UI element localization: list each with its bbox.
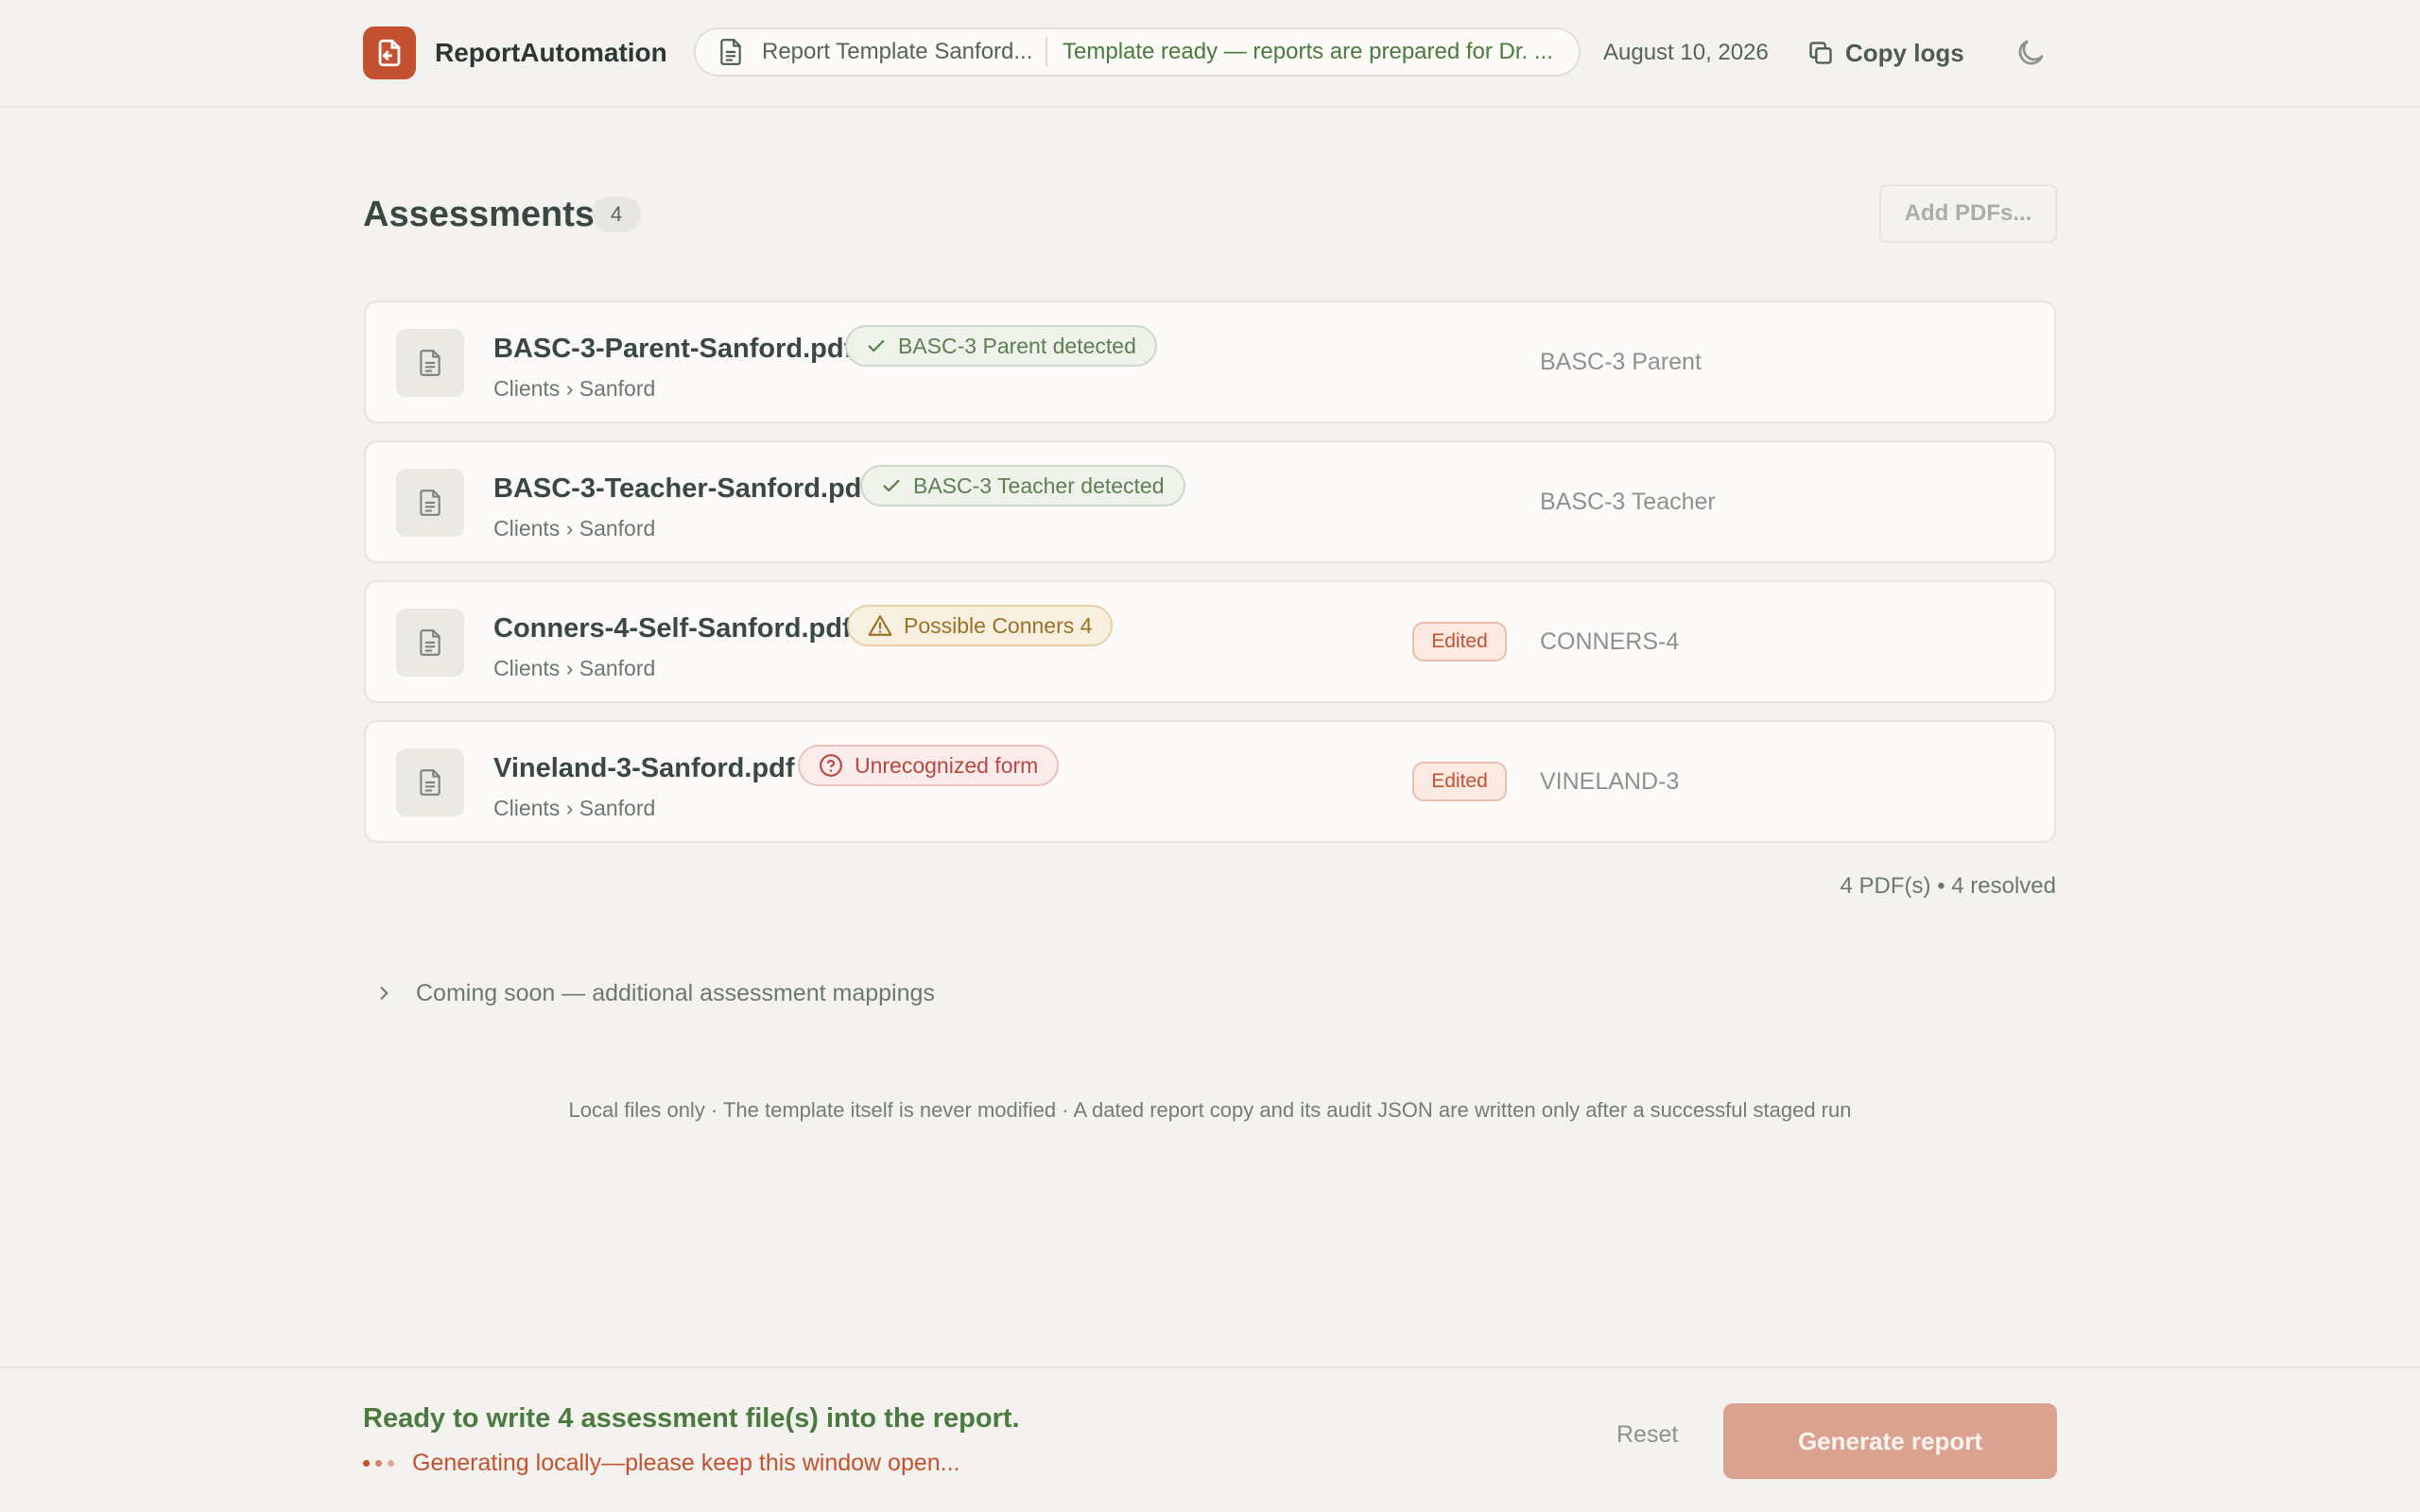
detection-tag-label: BASC-3 Teacher detected [913, 472, 1165, 498]
coming-soon-label: Coming soon — additional assessment mapp… [416, 979, 935, 1006]
file-name: Conners-4-Self-Sanford.pdf [493, 613, 852, 644]
copy-icon [1809, 42, 1832, 64]
top-bar: ReportAutomation Report Template Sanford… [0, 0, 2420, 108]
check-icon [868, 339, 885, 352]
form-type-label: BASC-3 Teacher [1540, 489, 1716, 515]
assessments-heading: Assessments [363, 195, 596, 234]
bottom-action-bar: Ready to write 4 assessment file(s) into… [0, 1366, 2420, 1512]
loading-dots-icon [363, 1460, 397, 1467]
chevron-right-icon [380, 987, 389, 1000]
file-icon [420, 350, 441, 376]
template-status-text: Template ready — reports are prepared fo… [1063, 39, 1553, 64]
document-icon [720, 39, 741, 65]
current-date: August 10, 2026 [1603, 40, 1769, 65]
app-name: ReportAutomation [435, 38, 667, 67]
moon-icon [2018, 40, 2044, 65]
detection-tag-label: Unrecognized form [855, 752, 1039, 778]
edited-badge: Edited [1412, 622, 1507, 662]
copy-logs-label: Copy logs [1845, 38, 1964, 67]
theme-toggle-button[interactable] [2014, 36, 2048, 70]
assessments-count-badge: 4 [592, 197, 641, 232]
file-icon [420, 769, 441, 796]
detection-tag-label: BASC-3 Parent detected [898, 333, 1136, 358]
form-type-label: VINELAND-3 [1540, 768, 1680, 795]
detection-tag: BASC-3 Teacher detected [860, 465, 1185, 507]
file-icon-box [396, 469, 464, 537]
file-icon-box [396, 329, 464, 397]
question-circle-icon [820, 754, 842, 777]
detection-tag: BASC-3 Parent detected [845, 325, 1157, 367]
file-icon [420, 629, 441, 656]
generate-report-button[interactable]: Generate report [1723, 1403, 2057, 1479]
detection-tag-label: Possible Conners 4 [904, 612, 1093, 638]
detection-tag: Unrecognized form [798, 745, 1060, 786]
add-pdfs-button[interactable]: Add PDFs... [1879, 184, 2057, 243]
template-name: Report Template Sanford.... [762, 39, 1032, 64]
assessment-file-card[interactable]: BASC-3-Teacher-Sanford.pdf Clients › San… [364, 440, 2056, 563]
form-type-label: CONNERS-4 [1540, 628, 1680, 655]
file-path: Clients › Sanford [493, 796, 656, 820]
file-path: Clients › Sanford [493, 656, 656, 680]
file-path: Clients › Sanford [493, 516, 656, 541]
generating-status: Generating locally—please keep this wind… [363, 1450, 960, 1477]
edited-badge: Edited [1412, 762, 1507, 801]
assessment-file-card[interactable]: BASC-3-Parent-Sanford.pdf Clients › Sanf… [364, 301, 2056, 423]
warning-icon [868, 615, 892, 636]
copy-logs-button[interactable]: Copy logs [1807, 32, 1964, 74]
reset-button[interactable]: Reset [1616, 1421, 1678, 1449]
assessment-file-card[interactable]: Vineland-3-Sanford.pdf Clients › Sanford… [364, 720, 2056, 843]
file-export-icon [378, 39, 401, 67]
ready-message: Ready to write 4 assessment file(s) into… [363, 1403, 1020, 1434]
file-path: Clients › Sanford [493, 376, 656, 401]
file-name: BASC-3-Teacher-Sanford.pdf [493, 473, 872, 504]
file-icon-box [396, 609, 464, 677]
pill-divider [1046, 37, 1047, 67]
file-icon [420, 490, 441, 516]
coming-soon-disclosure[interactable]: Coming soon — additional assessment mapp… [374, 977, 935, 1009]
assessments-summary: 4 PDF(s) • 4 resolved [1840, 873, 2056, 899]
detection-tag: Possible Conners 4 [847, 605, 1114, 646]
assessment-file-card[interactable]: Conners-4-Self-Sanford.pdf Clients › San… [364, 580, 2056, 703]
template-status-pill[interactable]: Report Template Sanford.... Template rea… [694, 27, 1581, 77]
check-icon [883, 479, 900, 492]
form-type-label: BASC-3 Parent [1540, 349, 1702, 375]
app-logo [363, 26, 416, 79]
privacy-footer-note: Local files only · The template itself i… [568, 1098, 1852, 1122]
file-name: BASC-3-Parent-Sanford.pdf [493, 334, 854, 364]
file-name: Vineland-3-Sanford.pdf [493, 753, 795, 783]
generating-message: Generating locally—please keep this wind… [412, 1450, 960, 1476]
file-icon-box [396, 748, 464, 816]
